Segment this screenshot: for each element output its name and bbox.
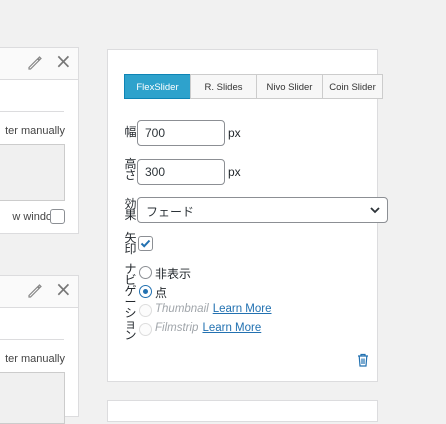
pencil-icon[interactable] [27, 55, 43, 71]
height-input[interactable] [137, 159, 225, 185]
left-panel-header: × [0, 48, 78, 80]
height-unit: px [228, 165, 241, 179]
thumbnail-learn-more-link[interactable]: Learn More [213, 303, 272, 315]
divider [0, 111, 64, 112]
arrows-label: 矢印 [124, 231, 137, 256]
width-input[interactable] [137, 120, 225, 146]
height-label: 高さ [124, 157, 137, 182]
image-preview-box [0, 372, 65, 424]
radio-nav-dots[interactable] [139, 285, 152, 298]
close-icon[interactable]: × [55, 279, 72, 299]
thumbnail-text: Thumbnail [155, 303, 209, 315]
tab-nivo-slider[interactable]: Nivo Slider [256, 74, 323, 99]
radio-nav-thumbnail-label: Thumbnail Learn More [155, 303, 272, 315]
new-window-checkbox[interactable] [50, 209, 65, 224]
radio-nav-dots-label: 点 [155, 286, 168, 300]
chevron-down-icon [370, 207, 380, 214]
manual-text: ter manually [5, 353, 65, 365]
left-slide-panel-2: × ter manually [0, 275, 79, 424]
slider-type-tabs: FlexSlider R. Slides Nivo Slider Coin Sl… [124, 74, 383, 99]
left-slide-panel: × ter manually w window [0, 47, 79, 234]
tab-responsive-slides[interactable]: R. Slides [190, 74, 257, 99]
width-label: 幅 [124, 125, 137, 139]
effect-label: 効果 [124, 197, 137, 222]
arrows-checkbox[interactable] [138, 236, 153, 251]
tab-coin-slider[interactable]: Coin Slider [322, 74, 383, 99]
width-unit: px [228, 126, 241, 140]
radio-nav-hidden[interactable] [139, 266, 152, 279]
tab-flexslider[interactable]: FlexSlider [124, 74, 191, 99]
close-icon[interactable]: × [55, 51, 72, 71]
effect-select[interactable]: フェード [137, 197, 388, 223]
radio-nav-thumbnail [139, 304, 152, 317]
navigation-label: ナビゲーション [124, 262, 137, 342]
slider-settings-panel: FlexSlider R. Slides Nivo Slider Coin Sl… [107, 49, 388, 382]
trash-icon[interactable] [357, 353, 369, 367]
effect-selected-value: フェード [146, 205, 195, 219]
image-preview-box [0, 144, 65, 201]
left-panel-header: × [0, 276, 78, 308]
filmstrip-learn-more-link[interactable]: Learn More [202, 322, 261, 334]
radio-nav-hidden-label: 非表示 [155, 267, 192, 281]
divider [0, 339, 64, 340]
radio-nav-filmstrip-label: Filmstrip Learn More [155, 322, 261, 334]
pencil-icon[interactable] [27, 283, 43, 299]
radio-nav-filmstrip [139, 323, 152, 336]
next-panel [107, 400, 378, 422]
filmstrip-text: Filmstrip [155, 322, 199, 334]
checkmark-icon [140, 239, 151, 248]
manual-text: ter manually [5, 125, 65, 137]
